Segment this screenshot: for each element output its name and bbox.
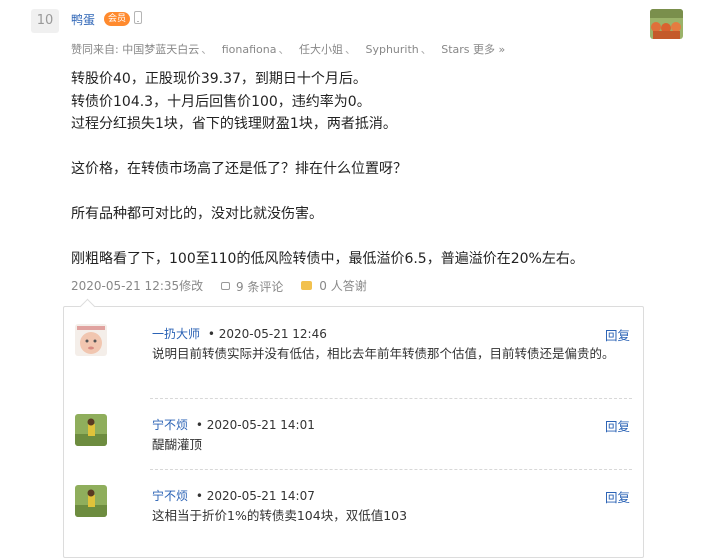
author-name[interactable]: 鸭蛋 <box>71 11 95 28</box>
author-avatar[interactable] <box>650 9 683 39</box>
reply-avatar[interactable] <box>75 414 107 446</box>
post-content: 转股价40，正股现价39.37，到期日十个月后。 转债价104.3，十月后回售价… <box>71 68 631 271</box>
liker-link[interactable]: 中国梦蓝天白云 <box>122 43 199 56</box>
reply-divider <box>150 398 632 399</box>
comment-icon <box>220 282 230 290</box>
post-meta: 2020-05-21 12:35修改 9 条评论 0 人答谢 <box>71 277 367 295</box>
liker-link[interactable]: 任大小姐 <box>299 43 343 56</box>
reply-button[interactable]: 回复 <box>605 416 630 435</box>
reply-button[interactable]: 回复 <box>605 325 630 344</box>
likes-more-link[interactable]: 更多 » <box>473 43 505 56</box>
post-timestamp: 2020-05-21 12:35修改 <box>71 279 204 293</box>
floor-number: 10 <box>31 9 59 33</box>
thanks-link[interactable]: 0 人答谢 <box>287 277 367 294</box>
content-line: 转股价40，正股现价39.37，到期日十个月后。 <box>71 71 367 87</box>
reply-time: • 2020-05-21 14:01 <box>195 418 315 432</box>
liker-link[interactable]: fionafiona <box>222 43 277 56</box>
reply-divider <box>150 469 632 470</box>
liker-link[interactable]: Syphurith <box>365 43 418 56</box>
liker-separator: 、 <box>201 43 213 56</box>
reply-author[interactable]: 宁不烦 <box>152 418 188 432</box>
likes-row: 赞同来自: 中国梦蓝天白云、 fionafiona、 任大小姐、 Syphuri… <box>71 41 505 57</box>
content-line: 转债价104.3，十月后回售价100，违约率为0。 <box>71 93 371 110</box>
thanks-icon <box>301 281 313 290</box>
mobile-phone-icon <box>134 11 142 24</box>
reply-text: 醍醐灌顶 <box>152 437 203 452</box>
reply-author[interactable]: 一扔大师 <box>152 327 200 341</box>
reply-avatar[interactable] <box>75 324 107 356</box>
likes-prefix: 赞同来自: <box>71 43 119 56</box>
reply-avatar[interactable] <box>75 485 107 517</box>
content-line: 所有品种都可对比的，没对比就没伤害。 <box>71 206 323 222</box>
liker-link[interactable]: Stars <box>441 43 469 56</box>
content-line: 过程分红损失1块，省下的钱理财盈1块，两者抵消。 <box>71 116 397 132</box>
content-line: 这价格，在转债市场高了还是低了？排在什么位置呀？ <box>71 161 407 177</box>
liker-separator: 、 <box>278 43 290 56</box>
reply-author[interactable]: 宁不烦 <box>152 489 188 503</box>
thanks-count: 0 人答谢 <box>319 279 367 293</box>
reply-time: • 2020-05-21 12:46 <box>207 327 327 341</box>
reply-text: 说明目前转债实际并没有低估，相比去年前年转债那个估值，目前转债还是偏贵的。 <box>152 346 615 361</box>
liker-separator: 、 <box>344 43 356 56</box>
reply-text: 这相当于折价1%的转债卖104块，双低值103 <box>152 508 408 523</box>
reply-time: • 2020-05-21 14:07 <box>195 489 315 503</box>
member-badge: 会员 <box>104 12 131 26</box>
reply-button[interactable]: 回复 <box>605 487 630 506</box>
liker-separator: 、 <box>420 43 432 56</box>
comments-link[interactable]: 9 条评论 <box>207 278 283 295</box>
comments-count: 9 条评论 <box>235 279 284 294</box>
content-line: 刚粗略看了下，100至110的低风险转债中，最低溢价6.5，普遍溢价在20%左右… <box>71 251 584 267</box>
replies-panel: 一扔大师 • 2020-05-21 12:46 回复 说明目前转债实际并没有低估… <box>63 306 644 558</box>
